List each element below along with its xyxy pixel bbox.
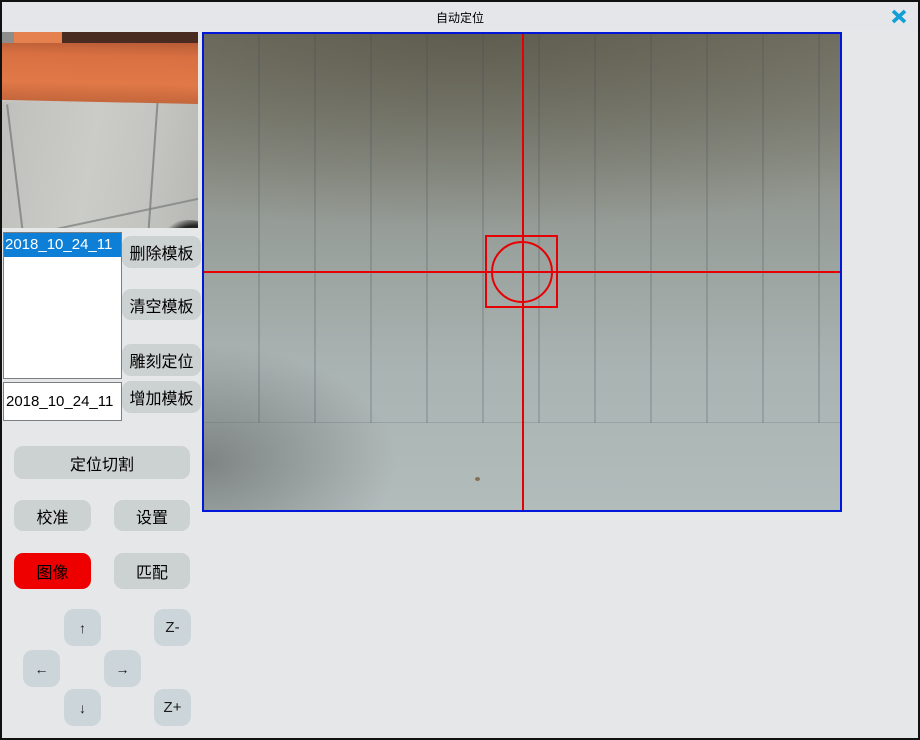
camera-view[interactable] [202, 32, 842, 512]
target-circle-overlay [491, 241, 553, 303]
template-preview-image [2, 32, 198, 228]
jog-z-minus-button[interactable]: Z- [154, 609, 191, 646]
close-icon [891, 9, 907, 24]
clear-templates-button[interactable]: 清空模板 [122, 289, 201, 320]
match-button[interactable]: 匹配 [114, 553, 190, 589]
add-template-button[interactable]: 增加模板 [122, 381, 201, 413]
jog-down-button[interactable]: ↓ [64, 689, 101, 726]
jog-left-button[interactable]: ← [23, 650, 60, 687]
titlebar: 自动定位 [2, 2, 918, 30]
template-list-item-selected[interactable]: 2018_10_24_11 [4, 233, 121, 257]
engrave-locate-button[interactable]: 雕刻定位 [122, 344, 201, 376]
jog-up-button[interactable]: ↑ [64, 609, 101, 646]
camera-feed-image [204, 34, 840, 510]
jog-right-button[interactable]: → [104, 650, 141, 687]
image-button-active[interactable]: 图像 [14, 553, 91, 589]
delete-template-button[interactable]: 删除模板 [122, 236, 201, 268]
jog-z-plus-button[interactable]: Z+ [154, 689, 191, 726]
template-list[interactable]: 2018_10_24_11 [3, 232, 122, 379]
calibrate-button[interactable]: 校准 [14, 500, 91, 531]
thumb-tiles [2, 102, 198, 228]
auto-locate-dialog: 自动定位 2018_10_24_11 删除模板 清空模板 雕刻定位 增加模板 定… [0, 0, 920, 740]
thumb-top-strip [2, 32, 198, 43]
camera-speck [475, 477, 480, 481]
settings-button[interactable]: 设置 [114, 500, 190, 531]
thumb-orange-beam [2, 38, 198, 104]
template-name-input[interactable] [3, 382, 122, 421]
close-button[interactable] [888, 6, 910, 26]
locate-cut-button[interactable]: 定位切割 [14, 446, 190, 479]
window-title: 自动定位 [2, 9, 918, 26]
